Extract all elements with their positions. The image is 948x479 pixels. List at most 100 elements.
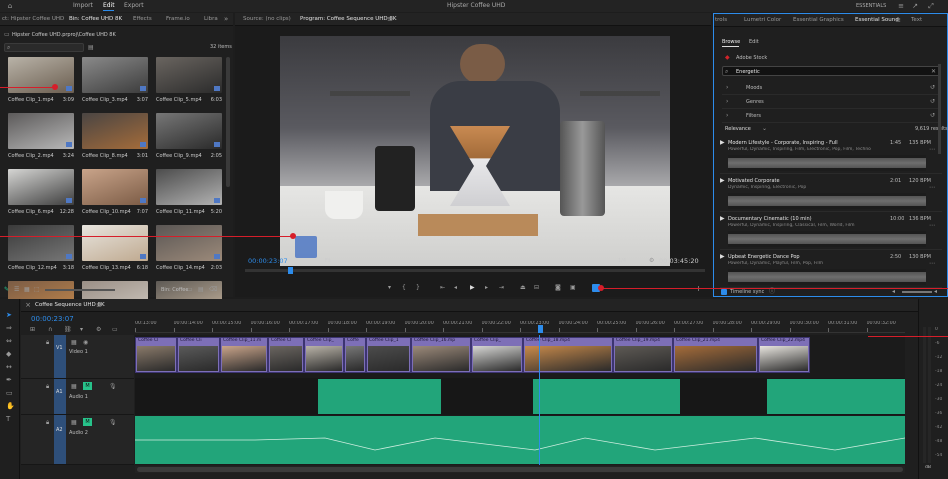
clip-thumbnail[interactable]: Coffee Clip_5.mp4 6:03	[156, 57, 222, 109]
more-icon[interactable]: ⋯	[929, 222, 935, 229]
clip-thumbnail[interactable]: Coffee Clip_8.mp4 3:01	[82, 113, 148, 165]
more-icon[interactable]: ⋯	[929, 184, 935, 191]
volume-keyframes[interactable]	[135, 416, 905, 464]
video-clip[interactable]: Coffee Clip_21.mp4	[673, 337, 758, 373]
clip-thumbnail[interactable]: Coffee Clip_10.mp4 7:07	[82, 169, 148, 221]
project-search-input[interactable]: ⌕	[4, 43, 84, 52]
nest-icon[interactable]: ⊞	[30, 326, 35, 333]
video-clip[interactable]: Coffee Cl	[268, 337, 304, 373]
video-clip[interactable]: Coffee Clip_	[304, 337, 344, 373]
tab-project[interactable]: ct: Hipster Coffee UHD	[2, 16, 64, 22]
razor-icon[interactable]: ◆	[6, 350, 11, 358]
step-forward-icon[interactable]: ▸	[485, 284, 488, 291]
lift-icon[interactable]: ⏏	[520, 284, 526, 291]
icon-view-icon[interactable]: ▦	[24, 286, 30, 293]
video-clip[interactable]: Coffee Clip_16.mp	[411, 337, 471, 373]
sort-dropdown[interactable]: Relevance	[725, 126, 751, 132]
wrench-icon[interactable]: ⚙	[649, 257, 654, 264]
play-icon[interactable]: ▶	[470, 284, 475, 291]
filter-filters[interactable]: › Filters ↺	[722, 109, 940, 123]
mute-button[interactable]: M	[83, 382, 92, 390]
panel-menu-icon[interactable]: ≡	[894, 16, 902, 24]
pencil-icon[interactable]: ✎	[4, 286, 9, 293]
a2-source-patch[interactable]: A2	[54, 415, 66, 464]
ripple-edit-icon[interactable]: ⇔	[6, 337, 12, 345]
bin-scrollbar[interactable]	[226, 57, 230, 187]
panel-menu-icon[interactable]: ≡	[386, 15, 394, 23]
video-clip[interactable]: Coffee Clip_18.mp4	[523, 337, 613, 373]
play-icon[interactable]: ▶	[720, 215, 725, 222]
video-clip[interactable]: Coffee Clip_22.mp4	[758, 337, 810, 373]
program-timecode[interactable]: 00:00:23:07	[248, 257, 288, 265]
marker-icon[interactable]: ▾	[388, 284, 391, 291]
timeline-timecode[interactable]: 00:00:23:07	[31, 315, 74, 323]
tab-effects[interactable]: Effects	[133, 16, 152, 22]
go-to-out-icon[interactable]: ⇥	[499, 284, 504, 291]
subtab-edit[interactable]: Edit	[749, 39, 759, 45]
wrench-icon[interactable]: ⚙	[96, 326, 101, 333]
volume-slider[interactable]	[902, 291, 932, 293]
sync-lock-icon[interactable]: ▦	[71, 383, 77, 390]
clip-thumbnail[interactable]: Coffee Clip_9.mp4 2:05	[156, 113, 222, 165]
menu-export[interactable]: Export	[124, 2, 144, 9]
tab-program[interactable]: Program: Coffee Sequence UHD 8K	[300, 16, 396, 22]
lock-icon[interactable]: 🔒︎	[46, 383, 49, 390]
step-back-icon[interactable]: ◂	[454, 284, 457, 291]
program-playhead[interactable]	[288, 267, 293, 274]
filter-moods[interactable]: › Moods ↺	[722, 81, 940, 95]
tab-text[interactable]: Text	[911, 17, 922, 23]
timeline-sync-checkbox[interactable]	[721, 289, 727, 295]
video-clip[interactable]: Coffee Clip_11.m	[220, 337, 268, 373]
audio-clip[interactable]	[767, 379, 905, 414]
lock-icon[interactable]: 🔒︎	[46, 339, 49, 346]
more-panels-icon[interactable]: »	[224, 15, 228, 23]
time-ruler[interactable]: 00:13:00 00:00:14:00 00:00:15:00 00:00:16:0…	[135, 319, 905, 333]
volume-low-icon[interactable]: ◂	[892, 288, 895, 295]
clear-icon[interactable]: ✕	[931, 68, 936, 75]
tab-source[interactable]: Source: (no clips)	[243, 16, 291, 22]
program-video-frame[interactable]	[280, 36, 670, 266]
play-icon[interactable]: ▶	[720, 253, 725, 260]
fullscreen-icon[interactable]: ⤢	[927, 2, 935, 10]
type-icon[interactable]: T	[6, 415, 10, 423]
add-marker-icon[interactable]: ▾	[80, 326, 83, 333]
play-icon[interactable]: ▶	[720, 177, 725, 184]
list-view-icon[interactable]: ☰	[14, 286, 19, 293]
fit-dropdown[interactable]: Fit	[325, 258, 331, 264]
timeline-playhead-handle[interactable]	[538, 325, 543, 333]
rectangle-icon[interactable]: ▭	[6, 389, 13, 397]
v1-source-patch[interactable]: V1	[54, 335, 66, 378]
menu-import[interactable]: Import	[73, 2, 93, 9]
new-item-icon[interactable]: ▤	[198, 286, 204, 293]
a1-source-patch[interactable]: A1	[54, 379, 66, 414]
more-icon[interactable]: ⋯	[929, 146, 935, 153]
info-icon[interactable]: ⓘ	[769, 288, 775, 295]
mic-icon[interactable]: 🎙︎	[109, 419, 117, 426]
mute-button[interactable]: M	[83, 418, 92, 426]
clip-thumbnail[interactable]: Coffee Clip_1.mp4 3:09	[8, 57, 74, 109]
play-icon[interactable]: ▶	[720, 139, 725, 146]
audio-clip[interactable]	[318, 379, 441, 414]
sync-lock-icon[interactable]: ▦	[71, 339, 77, 346]
video-clip[interactable]: Coffe	[344, 337, 366, 373]
clip-thumbnail[interactable]: Coffee Clip_14.mp4 2:03	[156, 225, 222, 277]
more-icon[interactable]: ⋯	[929, 260, 935, 267]
timeline-scrollbar[interactable]	[135, 466, 905, 473]
stock-audio-track[interactable]: ▶ Modern Lifestyle - Corporate, Inspiring…	[720, 138, 942, 174]
clip-thumbnail[interactable]: Coffee Clip_2.mp4 3:24	[8, 113, 74, 165]
new-bin-icon[interactable]: ▤	[88, 44, 94, 51]
tab-frameio[interactable]: Frame.io	[166, 16, 190, 22]
sync-lock-icon[interactable]: ▦	[71, 419, 77, 426]
eye-icon[interactable]: ◉	[83, 339, 88, 346]
snap-icon[interactable]: ∩	[48, 326, 52, 333]
clip-thumbnail[interactable]: Coffee Clip_3.mp4 3:07	[82, 57, 148, 109]
video-clip[interactable]: Coffee Cl	[135, 337, 177, 373]
track-select-icon[interactable]: ⇒	[6, 324, 12, 332]
tab-lumetri[interactable]: Lumetri Color	[744, 17, 781, 23]
comparison-view-icon[interactable]: ▣	[570, 284, 576, 291]
reset-icon[interactable]: ↺	[930, 112, 935, 119]
workspaces-icon[interactable]: ≡	[897, 2, 905, 10]
close-icon[interactable]: ×	[25, 301, 31, 309]
stock-audio-track[interactable]: ▶ Motivated Corporate Dynamic, Inspiring, …	[720, 176, 942, 212]
mark-out-icon[interactable]: }	[416, 284, 420, 291]
